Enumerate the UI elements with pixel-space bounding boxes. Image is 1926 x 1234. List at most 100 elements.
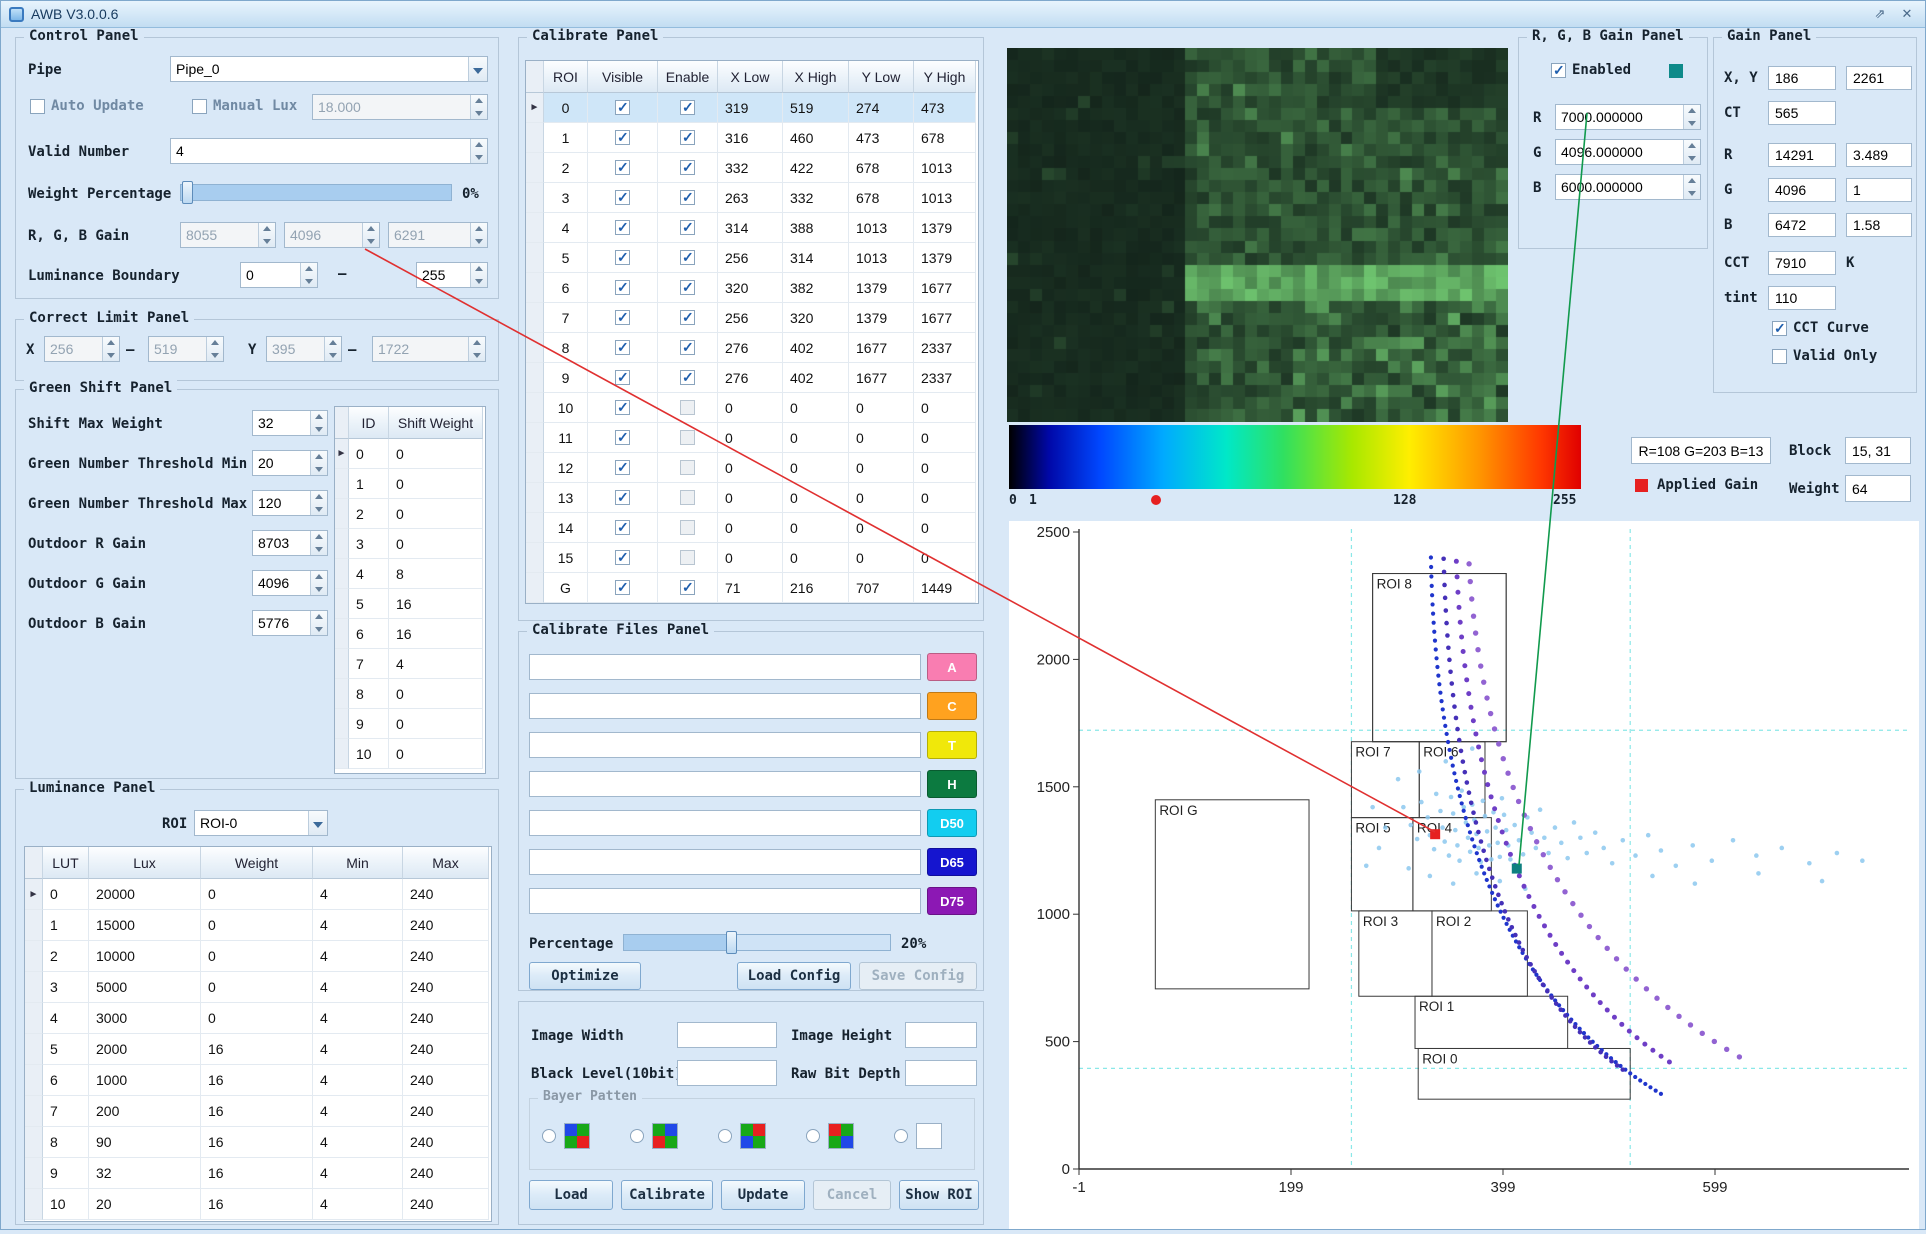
table-row[interactable]: 21000004240 [25, 941, 491, 972]
table-row[interactable]: 120000 [526, 453, 978, 483]
spin-buttons[interactable] [102, 337, 119, 361]
spin-buttons[interactable] [310, 531, 327, 555]
cct-curve-checkbox[interactable]: CCT Curve [1772, 320, 1869, 336]
green-shift-spinner[interactable]: 20 [252, 450, 328, 476]
table-row[interactable]: 20 [335, 499, 485, 529]
load-button[interactable]: Load [529, 1180, 613, 1210]
bayer-radio[interactable] [806, 1129, 820, 1143]
roi-select[interactable]: ROI-0 [194, 810, 328, 836]
cell-checkbox[interactable] [680, 250, 695, 265]
color-scale-bar[interactable] [1009, 425, 1581, 489]
table-row[interactable]: 827640216772337 [526, 333, 978, 363]
table-row[interactable]: ►02000004240 [25, 879, 491, 910]
auto-update-checkbox[interactable]: Auto Update [30, 98, 144, 114]
slider-thumb[interactable] [182, 181, 193, 204]
file-path-input[interactable] [529, 888, 921, 914]
x-max-input[interactable]: 519 [148, 336, 224, 362]
spin-buttons[interactable] [1683, 140, 1700, 164]
bayer-swatch[interactable] [828, 1123, 854, 1149]
image-width-input[interactable] [677, 1022, 777, 1048]
table-row[interactable]: 48 [335, 559, 485, 589]
cell-checkbox[interactable] [615, 280, 630, 295]
table-row[interactable]: 3500004240 [25, 972, 491, 1003]
bayer-swatch[interactable] [740, 1123, 766, 1149]
cell-checkbox[interactable] [615, 310, 630, 325]
illuminant-color-button[interactable]: D65 [927, 848, 977, 876]
cell-checkbox[interactable] [615, 160, 630, 175]
table-row[interactable]: 927640216772337 [526, 363, 978, 393]
save-config-button[interactable]: Save Config [859, 962, 977, 990]
lum-max-input[interactable]: 255 [416, 262, 488, 288]
green-shift-spinner[interactable]: 5776 [252, 610, 328, 636]
table-row[interactable]: 61000164240 [25, 1065, 491, 1096]
slider-thumb[interactable] [726, 931, 737, 954]
table-row[interactable]: 725632013791677 [526, 303, 978, 333]
pipe-select[interactable]: Pipe_0 [170, 56, 488, 82]
cell-checkbox[interactable] [680, 190, 695, 205]
update-button[interactable]: Update [721, 1180, 805, 1210]
illuminant-color-button[interactable]: A [927, 653, 977, 681]
cell-checkbox[interactable] [680, 400, 695, 415]
table-row[interactable]: 932164240 [25, 1158, 491, 1189]
spin-buttons[interactable] [310, 611, 327, 635]
table-row[interactable]: 431438810131379 [526, 213, 978, 243]
gain-value[interactable]: 565 [1768, 101, 1836, 125]
spin-buttons[interactable] [324, 337, 341, 361]
bayer-radio[interactable] [542, 1129, 556, 1143]
cell-checkbox[interactable] [680, 550, 695, 565]
green-shift-spinner[interactable]: 4096 [252, 570, 328, 596]
table-row[interactable]: 11500004240 [25, 910, 491, 941]
bayer-swatch[interactable] [652, 1123, 678, 1149]
manual-lux-input[interactable]: 18.000 [312, 94, 488, 120]
table-row[interactable]: 130000 [526, 483, 978, 513]
cell-checkbox[interactable] [615, 220, 630, 235]
illuminant-color-button[interactable]: D75 [927, 887, 977, 915]
gain-value[interactable]: 2261 [1846, 66, 1912, 90]
green-shift-spinner[interactable]: 120 [252, 490, 328, 516]
spin-buttons[interactable] [258, 223, 275, 247]
image-height-input[interactable] [905, 1022, 977, 1048]
weight-percentage-slider[interactable] [180, 184, 452, 201]
gain-value[interactable]: 7910 [1768, 251, 1836, 275]
illuminant-color-button[interactable]: C [927, 692, 977, 720]
pin-icon[interactable]: ⇗ [1870, 5, 1890, 23]
y-min-input[interactable]: 395 [266, 336, 342, 362]
gain-value[interactable]: 1.58 [1846, 213, 1912, 237]
lum-min-input[interactable]: 0 [240, 262, 318, 288]
table-row[interactable]: ►0319519274473 [526, 93, 978, 123]
bayer-radio[interactable] [718, 1129, 732, 1143]
enabled-checkbox[interactable]: Enabled [1551, 62, 1631, 78]
gain-value[interactable]: 1 [1846, 178, 1912, 202]
table-row[interactable]: 890164240 [25, 1127, 491, 1158]
load-config-button[interactable]: Load Config [737, 962, 851, 990]
cancel-button[interactable]: Cancel [813, 1180, 891, 1210]
table-row[interactable]: 1316460473678 [526, 123, 978, 153]
cell-checkbox[interactable] [680, 340, 695, 355]
cell-checkbox[interactable] [615, 520, 630, 535]
spin-buttons[interactable] [310, 411, 327, 435]
optimize-button[interactable]: Optimize [529, 962, 641, 990]
gain-value[interactable]: 6472 [1768, 213, 1836, 237]
b-gain-spinbox[interactable]: 6000.000000 [1555, 174, 1701, 200]
valid-number-input[interactable]: 4 [170, 138, 488, 164]
cell-checkbox[interactable] [615, 550, 630, 565]
raw-bit-depth-input[interactable] [905, 1060, 977, 1086]
gain-value[interactable]: 186 [1768, 66, 1836, 90]
spin-buttons[interactable] [206, 337, 223, 361]
table-row[interactable]: 30 [335, 529, 485, 559]
table-row[interactable]: 1020164240 [25, 1189, 491, 1220]
gain-value[interactable]: 110 [1768, 286, 1836, 310]
file-path-input[interactable] [529, 693, 921, 719]
b-gain-input[interactable]: 6291 [388, 222, 488, 248]
illuminant-color-button[interactable]: T [927, 731, 977, 759]
r-gain-spinbox[interactable]: 7000.000000 [1555, 104, 1701, 130]
cell-checkbox[interactable] [680, 490, 695, 505]
cell-checkbox[interactable] [680, 520, 695, 535]
table-row[interactable]: 525631410131379 [526, 243, 978, 273]
cell-checkbox[interactable] [615, 130, 630, 145]
calibrate-button[interactable]: Calibrate [621, 1180, 713, 1210]
g-gain-input[interactable]: 4096 [284, 222, 380, 248]
cell-checkbox[interactable] [680, 370, 695, 385]
cell-checkbox[interactable] [680, 310, 695, 325]
table-row[interactable]: 4300004240 [25, 1003, 491, 1034]
